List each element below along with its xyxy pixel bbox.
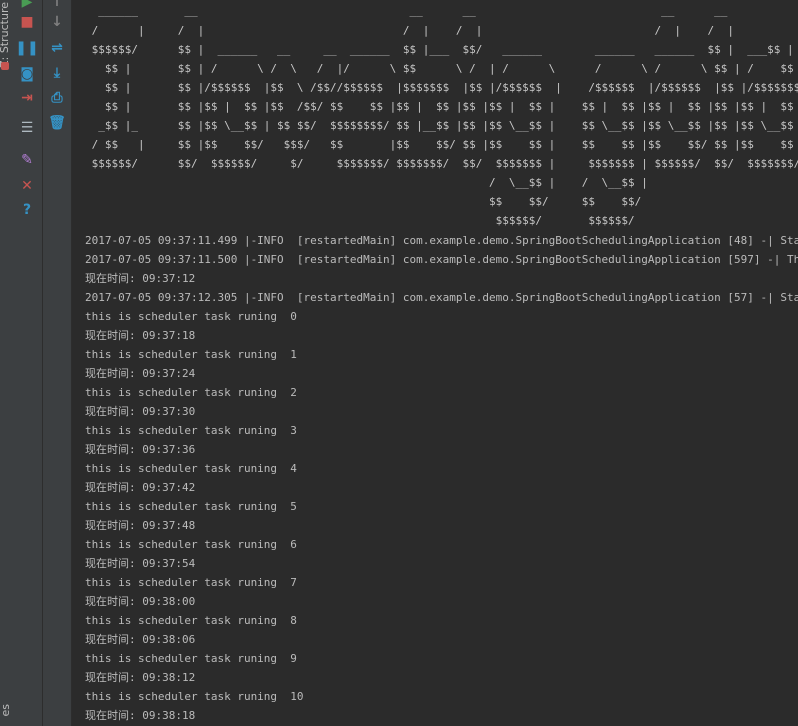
- task-output-line: this is scheduler task runing 10: [85, 690, 304, 703]
- soft-wrap-icon[interactable]: ⇌: [49, 40, 65, 56]
- pause-icon[interactable]: ❚❚: [15, 40, 38, 56]
- task-output-line: this is scheduler task runing 8: [85, 614, 297, 627]
- help-icon[interactable]: ?: [19, 202, 35, 218]
- print-icon[interactable]: ⎙: [49, 90, 65, 106]
- banner-line: $$ $$/ $$ $$/: [85, 195, 642, 208]
- time-output-line: 现在时间: 09:37:42: [85, 481, 196, 494]
- console-output[interactable]: ______ __ __ __ __ __ / | / | / | / | / …: [72, 0, 798, 726]
- scroll-down-icon[interactable]: ↓: [49, 14, 65, 30]
- log-line: 2017-07-05 09:37:11.499 |-INFO [restarte…: [85, 234, 798, 247]
- banner-line: $$$$$$/ $$$$$$/: [85, 214, 635, 227]
- scroll-to-end-icon[interactable]: ⤓: [49, 65, 65, 81]
- time-output-line: 现在时间: 09:38:00: [85, 595, 196, 608]
- time-output-line: 现在时间: 09:38:12: [85, 671, 196, 684]
- banner-line: $$$$$$/ $$/ $$$$$$/ $/ $$$$$$$/ $$$$$$$/…: [85, 157, 798, 170]
- close-icon[interactable]: ✕: [19, 178, 35, 194]
- time-output-line: 现在时间: 09:37:18: [85, 329, 196, 342]
- task-output-line: this is scheduler task runing 7: [85, 576, 297, 589]
- structure-tab-icon: [1, 62, 9, 70]
- run-tool-window: Z: Structure es ▶ ■ ❚❚ ◙ ⇥ ☰ ✎ ✕? ↑ ↓ ⇌ ⤓ ⎙ 🗑 ______…: [0, 0, 798, 726]
- task-output-line: this is scheduler task runing 9: [85, 652, 297, 665]
- task-output-line: this is scheduler task runing 5: [85, 500, 297, 513]
- time-output-line: 现在时间: 09:37:30: [85, 405, 196, 418]
- run-toolbar-primary: ▶ ■ ❚❚ ◙ ⇥ ☰ ✎ ✕?: [12, 0, 43, 726]
- task-output-line: this is scheduler task runing 0: [85, 310, 297, 323]
- log-line: 2017-07-05 09:37:11.500 |-INFO [restarte…: [85, 253, 798, 266]
- layout-icon[interactable]: ☰: [19, 120, 35, 136]
- banner-line: _$$ |_ $$ |$$ \__$$ | $$ $$/ $$$$$$$$/ $…: [85, 119, 798, 132]
- banner-line: ______ __ __ __ __ __: [85, 4, 728, 17]
- structure-tab[interactable]: Z: Structure: [0, 2, 11, 68]
- banner-line: $$ | $$ | / \ / \ / |/ \ $$ \ / | / \ / …: [85, 62, 798, 75]
- time-output-line: 现在时间: 09:38:18: [85, 709, 196, 722]
- banner-line: $$ | $$ |$$ | $$ |$$ /$$/ $$ $$ |$$ | $$…: [85, 100, 798, 113]
- stop-icon[interactable]: ■: [19, 14, 35, 30]
- task-output-line: this is scheduler task runing 6: [85, 538, 297, 551]
- task-output-line: this is scheduler task runing 1: [85, 348, 297, 361]
- run-toolbar-secondary: ↑ ↓ ⇌ ⤓ ⎙ 🗑: [43, 0, 72, 726]
- task-output-line: this is scheduler task runing 4: [85, 462, 297, 475]
- task-output-line: this is scheduler task runing 3: [85, 424, 297, 437]
- exit-icon[interactable]: ⇥: [19, 90, 35, 106]
- rerun-icon[interactable]: ▶: [19, 0, 35, 10]
- scroll-up-icon[interactable]: ↑: [49, 0, 65, 10]
- time-output-line: 现在时间: 09:38:06: [85, 633, 196, 646]
- camera-icon[interactable]: ◙: [19, 66, 35, 82]
- pin-icon[interactable]: ✎: [19, 152, 35, 168]
- time-output-line: 现在时间: 09:37:48: [85, 519, 196, 532]
- banner-line: / \__$$ | / \__$$ |: [85, 176, 648, 189]
- banner-line: $$ | $$ |/$$$$$$ |$$ \ /$$//$$$$$$ |$$$$…: [85, 81, 798, 94]
- banner-line: / | / | / | / | / | / |: [85, 24, 735, 37]
- time-output-line: 现在时间: 09:37:36: [85, 443, 196, 456]
- clear-all-icon[interactable]: 🗑: [48, 115, 66, 131]
- bottom-side-tab[interactable]: es: [0, 704, 12, 717]
- time-output-line: 现在时间: 09:37:24: [85, 367, 196, 380]
- banner-line: / $$ | $$ |$$ $$/ $$$/ $$ |$$ $$/ $$ |$$…: [85, 138, 798, 151]
- banner-line: $$$$$$/ $$ | ______ __ __ ______ $$ |___…: [85, 43, 794, 56]
- time-output-line: 现在时间: 09:37:12: [85, 272, 196, 285]
- task-output-line: this is scheduler task runing 2: [85, 386, 297, 399]
- time-output-line: 现在时间: 09:37:54: [85, 557, 196, 570]
- log-line: 2017-07-05 09:37:12.305 |-INFO [restarte…: [85, 291, 798, 304]
